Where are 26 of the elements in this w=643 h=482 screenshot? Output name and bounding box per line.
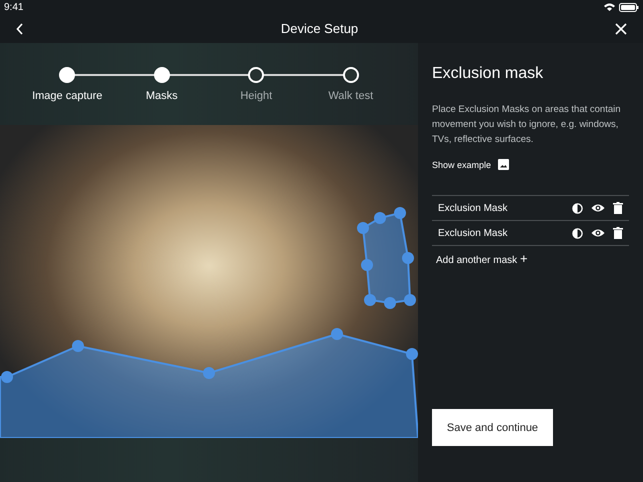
trash-icon[interactable] <box>613 227 623 239</box>
panel-title: Exclusion mask <box>432 65 544 83</box>
step-label: Walk test <box>328 90 374 102</box>
save-continue-button[interactable]: Save and continue <box>432 409 553 446</box>
battery-icon <box>619 2 639 12</box>
status-time: 9:41 <box>4 2 24 12</box>
step-label: Image capture <box>32 90 102 102</box>
description-text: Place Exclusion Masks on areas that contain movement you wish to ignore, e.g. windows, TVs, reflective surfaces. <box>432 103 622 147</box>
eye-icon[interactable] <box>591 228 605 238</box>
back-icon[interactable] <box>16 22 24 34</box>
mask-name: Exclusion Mask <box>438 228 508 238</box>
image-icon[interactable] <box>498 159 510 170</box>
wifi-icon <box>604 3 615 11</box>
step-label: Height <box>240 90 272 102</box>
show-example-link[interactable]: Show example <box>432 160 492 170</box>
close-icon[interactable] <box>614 22 627 34</box>
contrast-icon[interactable] <box>572 202 583 214</box>
eye-icon[interactable] <box>591 203 605 213</box>
nav-title: Device Setup <box>280 21 358 36</box>
step-label: Masks <box>146 90 178 102</box>
add-mask-button[interactable]: Add another mask + <box>432 246 532 271</box>
exclusion-mask-overlay[interactable] <box>0 328 418 438</box>
trash-icon[interactable] <box>613 202 623 214</box>
exclusion-mask-overlay[interactable] <box>357 207 416 309</box>
mask-name: Exclusion Mask <box>438 202 508 214</box>
contrast-icon[interactable] <box>572 228 583 238</box>
